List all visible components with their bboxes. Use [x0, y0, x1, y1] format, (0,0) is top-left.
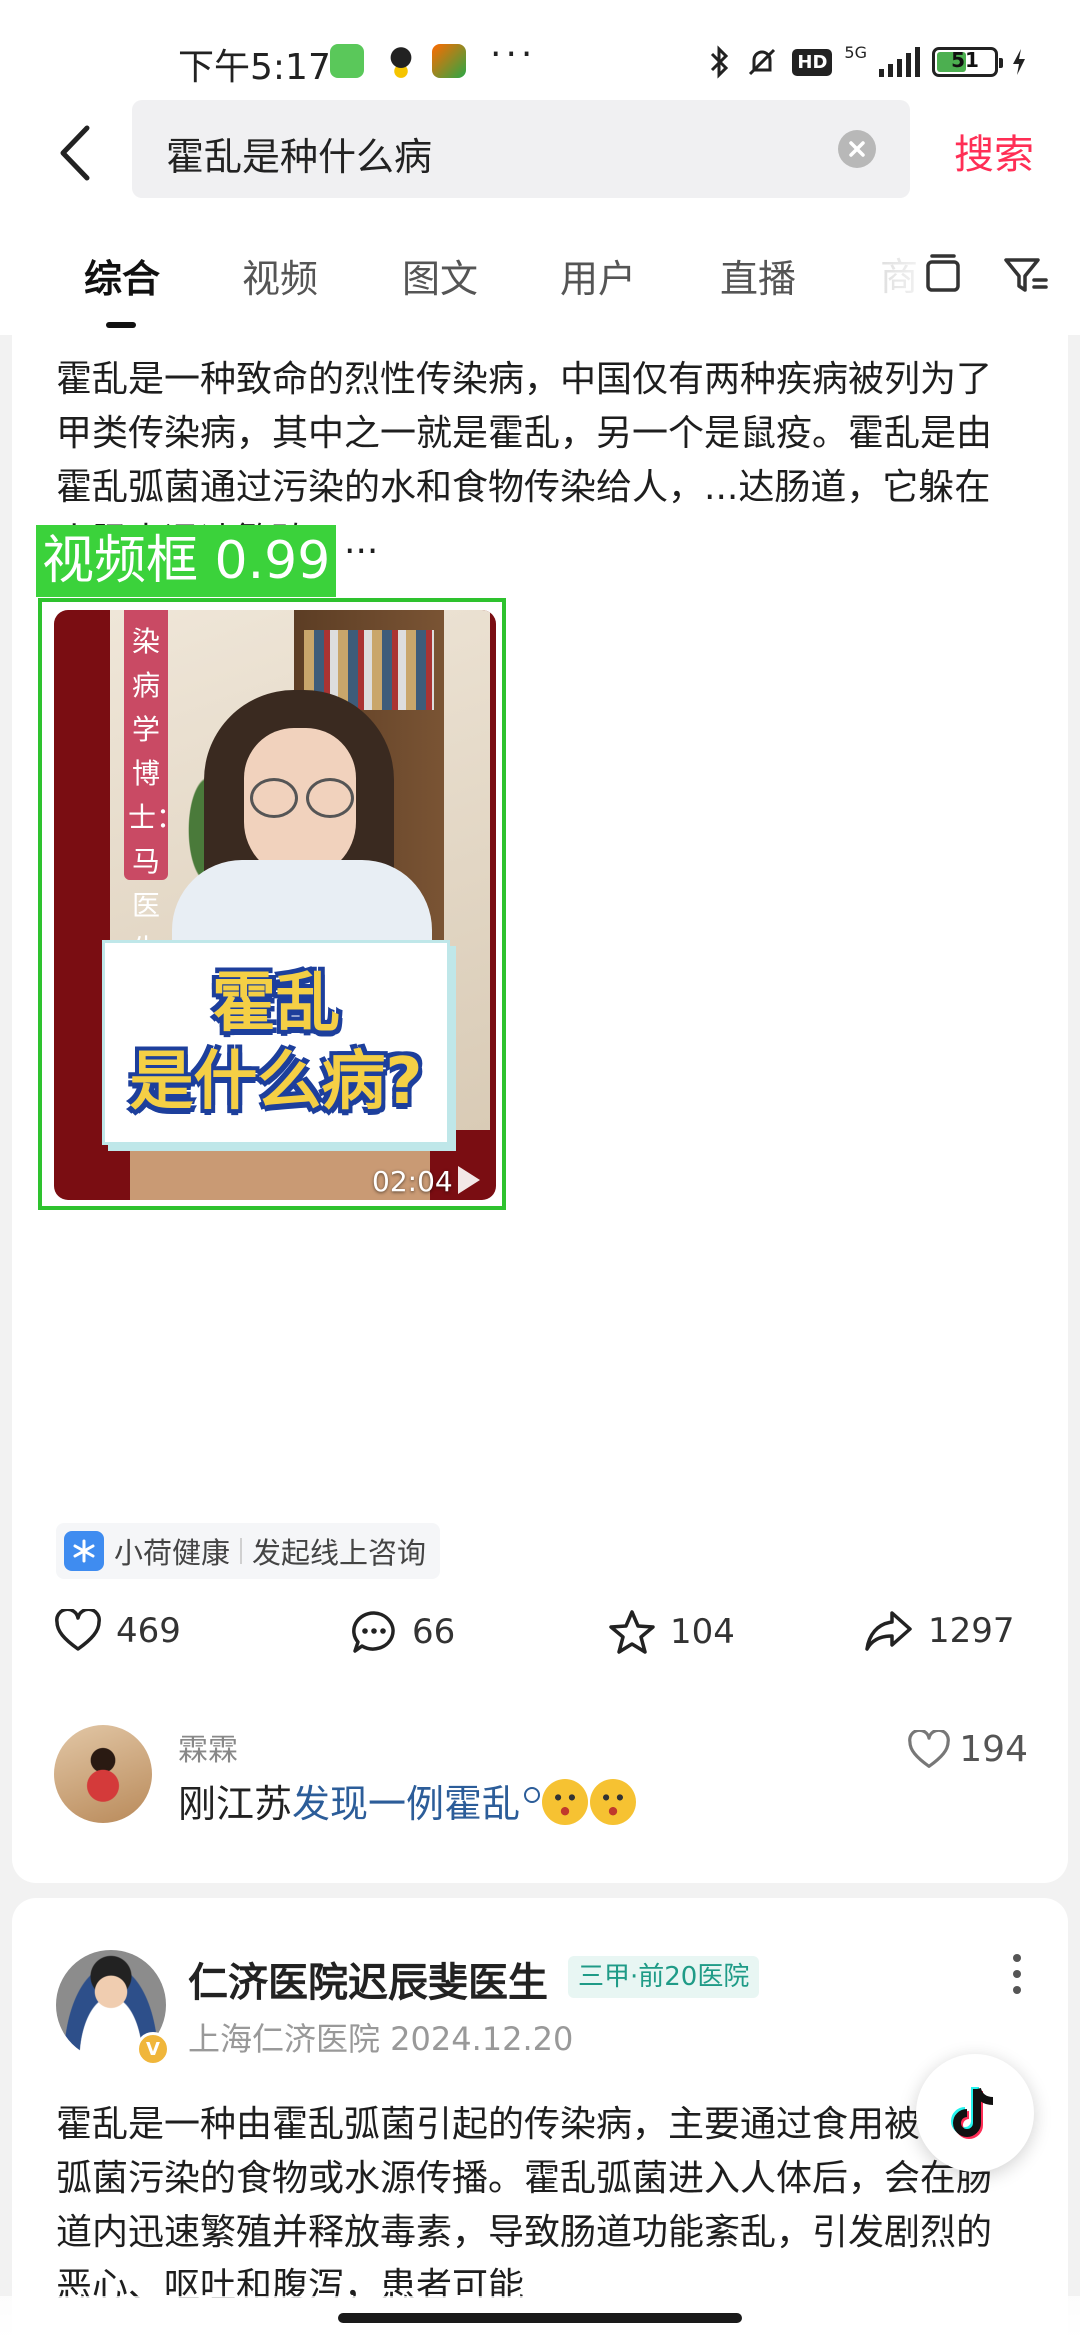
heart-icon — [908, 1729, 951, 1768]
search-button[interactable]: 搜索 — [954, 122, 1034, 180]
xiaohe-health-icon — [64, 1531, 104, 1571]
tab-video[interactable]: 视频 — [242, 248, 318, 303]
tab-image-text[interactable]: 图文 — [402, 248, 478, 303]
favorite-button[interactable]: 104 — [608, 1609, 735, 1655]
comment-prefix: 刚江苏 — [178, 1782, 293, 1826]
comment-text: 刚江苏发现一例霍乱 — [178, 1773, 637, 1828]
bluetooth-icon — [711, 45, 729, 79]
comment-icon — [352, 1611, 395, 1653]
tab-live[interactable]: 直播 — [720, 248, 796, 303]
author-name[interactable]: 仁济医院迟辰斐医生 — [188, 1950, 548, 2008]
comment-button[interactable]: 66 — [350, 1609, 455, 1655]
back-button[interactable] — [44, 118, 104, 188]
share-count: 1297 — [928, 1611, 1015, 1651]
source-tag[interactable]: 小荷健康 发起线上咨询 — [56, 1523, 441, 1579]
share-icon — [865, 1611, 912, 1651]
shocked-emoji-icon — [542, 1779, 589, 1825]
author-meta: 上海仁济医院 2024.12.20 — [188, 2020, 574, 2058]
comment-search-link[interactable]: 发现一例霍乱 — [292, 1782, 520, 1826]
charging-icon — [1013, 49, 1025, 75]
source-divider — [240, 1538, 243, 1564]
heart-icon — [55, 1609, 101, 1651]
close-icon — [849, 141, 865, 157]
qq-icon — [384, 44, 418, 78]
post-actions: 469 66 104 1297 — [12, 1595, 1068, 1685]
source-action: 发起线上咨询 — [252, 1536, 427, 1570]
search-tabs: 综合 视频 图文 用户 直播 商 — [0, 210, 1080, 335]
tab-users[interactable]: 用户 — [560, 248, 636, 303]
search-header: 霍乱是种什么病 搜索 — [0, 100, 1080, 210]
58-app-icon — [432, 44, 466, 78]
top-comment[interactable]: 霖霖 刚江苏发现一例霍乱 194 — [12, 1725, 1068, 1855]
star-icon — [609, 1610, 655, 1654]
status-indicators: HD 5G 51 — [708, 42, 1028, 82]
active-tab-indicator — [106, 322, 136, 328]
shocked-emoji-icon — [590, 1779, 637, 1825]
tab-comprehensive[interactable]: 综合 — [84, 248, 160, 303]
search-icon — [524, 1787, 541, 1803]
status-time: 下午5:17 — [178, 47, 331, 88]
share-button[interactable]: 1297 — [864, 1609, 1015, 1653]
hd-indicator: HD — [792, 48, 833, 76]
hospital-badge: 三甲·前20医院 — [568, 1956, 760, 1998]
douyin-float-button[interactable] — [916, 2054, 1034, 2172]
filter-icon[interactable] — [1000, 250, 1050, 300]
search-result-card[interactable]: V 仁济医院迟辰斐医生 三甲·前20医院 上海仁济医院 2024.12.20 霍… — [12, 1898, 1068, 2340]
network-type: 5G — [844, 42, 867, 62]
comment-like-button[interactable]: 194 — [907, 1729, 1028, 1770]
search-query: 霍乱是种什么病 — [166, 135, 433, 179]
verified-icon: V — [136, 2032, 170, 2066]
like-button[interactable]: 469 — [54, 1609, 181, 1653]
layout-toggle-icon[interactable] — [918, 250, 968, 300]
back-arrow-icon — [60, 125, 90, 181]
more-notifications-icon: ··· — [490, 34, 537, 75]
signal-icon — [879, 47, 920, 77]
avatar[interactable] — [54, 1725, 152, 1823]
source-name: 小荷健康 — [114, 1536, 231, 1570]
mute-bell-icon — [749, 48, 776, 76]
comment-count: 66 — [412, 1612, 456, 1652]
home-indicator[interactable] — [338, 2313, 742, 2323]
wechat-icon — [330, 44, 364, 78]
more-options-button[interactable] — [1012, 1954, 1022, 1994]
battery-icon: 51 — [932, 47, 1003, 77]
battery-level: 51 — [951, 48, 979, 72]
comment-username[interactable]: 霖霖 — [178, 1725, 238, 1769]
like-count: 469 — [116, 1611, 181, 1651]
search-result-card[interactable]: 霍乱是一种致命的烈性传染病，中国仅有两种疾病被列为了甲类传染病，其中之一就是霍乱… — [12, 335, 1068, 1883]
comment-like-count: 194 — [959, 1729, 1028, 1770]
favorite-count: 104 — [670, 1612, 735, 1652]
detection-box — [38, 598, 506, 1210]
clear-search-button[interactable] — [838, 130, 876, 168]
search-input[interactable]: 霍乱是种什么病 — [132, 100, 910, 198]
douyin-logo-icon — [951, 2087, 994, 2139]
post-text[interactable]: 霍乱是一种由霍乱弧菌引起的传染病，主要通过食用被霍乱弧菌污染的食物或水源传播。霍… — [56, 2098, 1026, 2298]
detection-label: 视频框 0.99 — [36, 525, 337, 597]
